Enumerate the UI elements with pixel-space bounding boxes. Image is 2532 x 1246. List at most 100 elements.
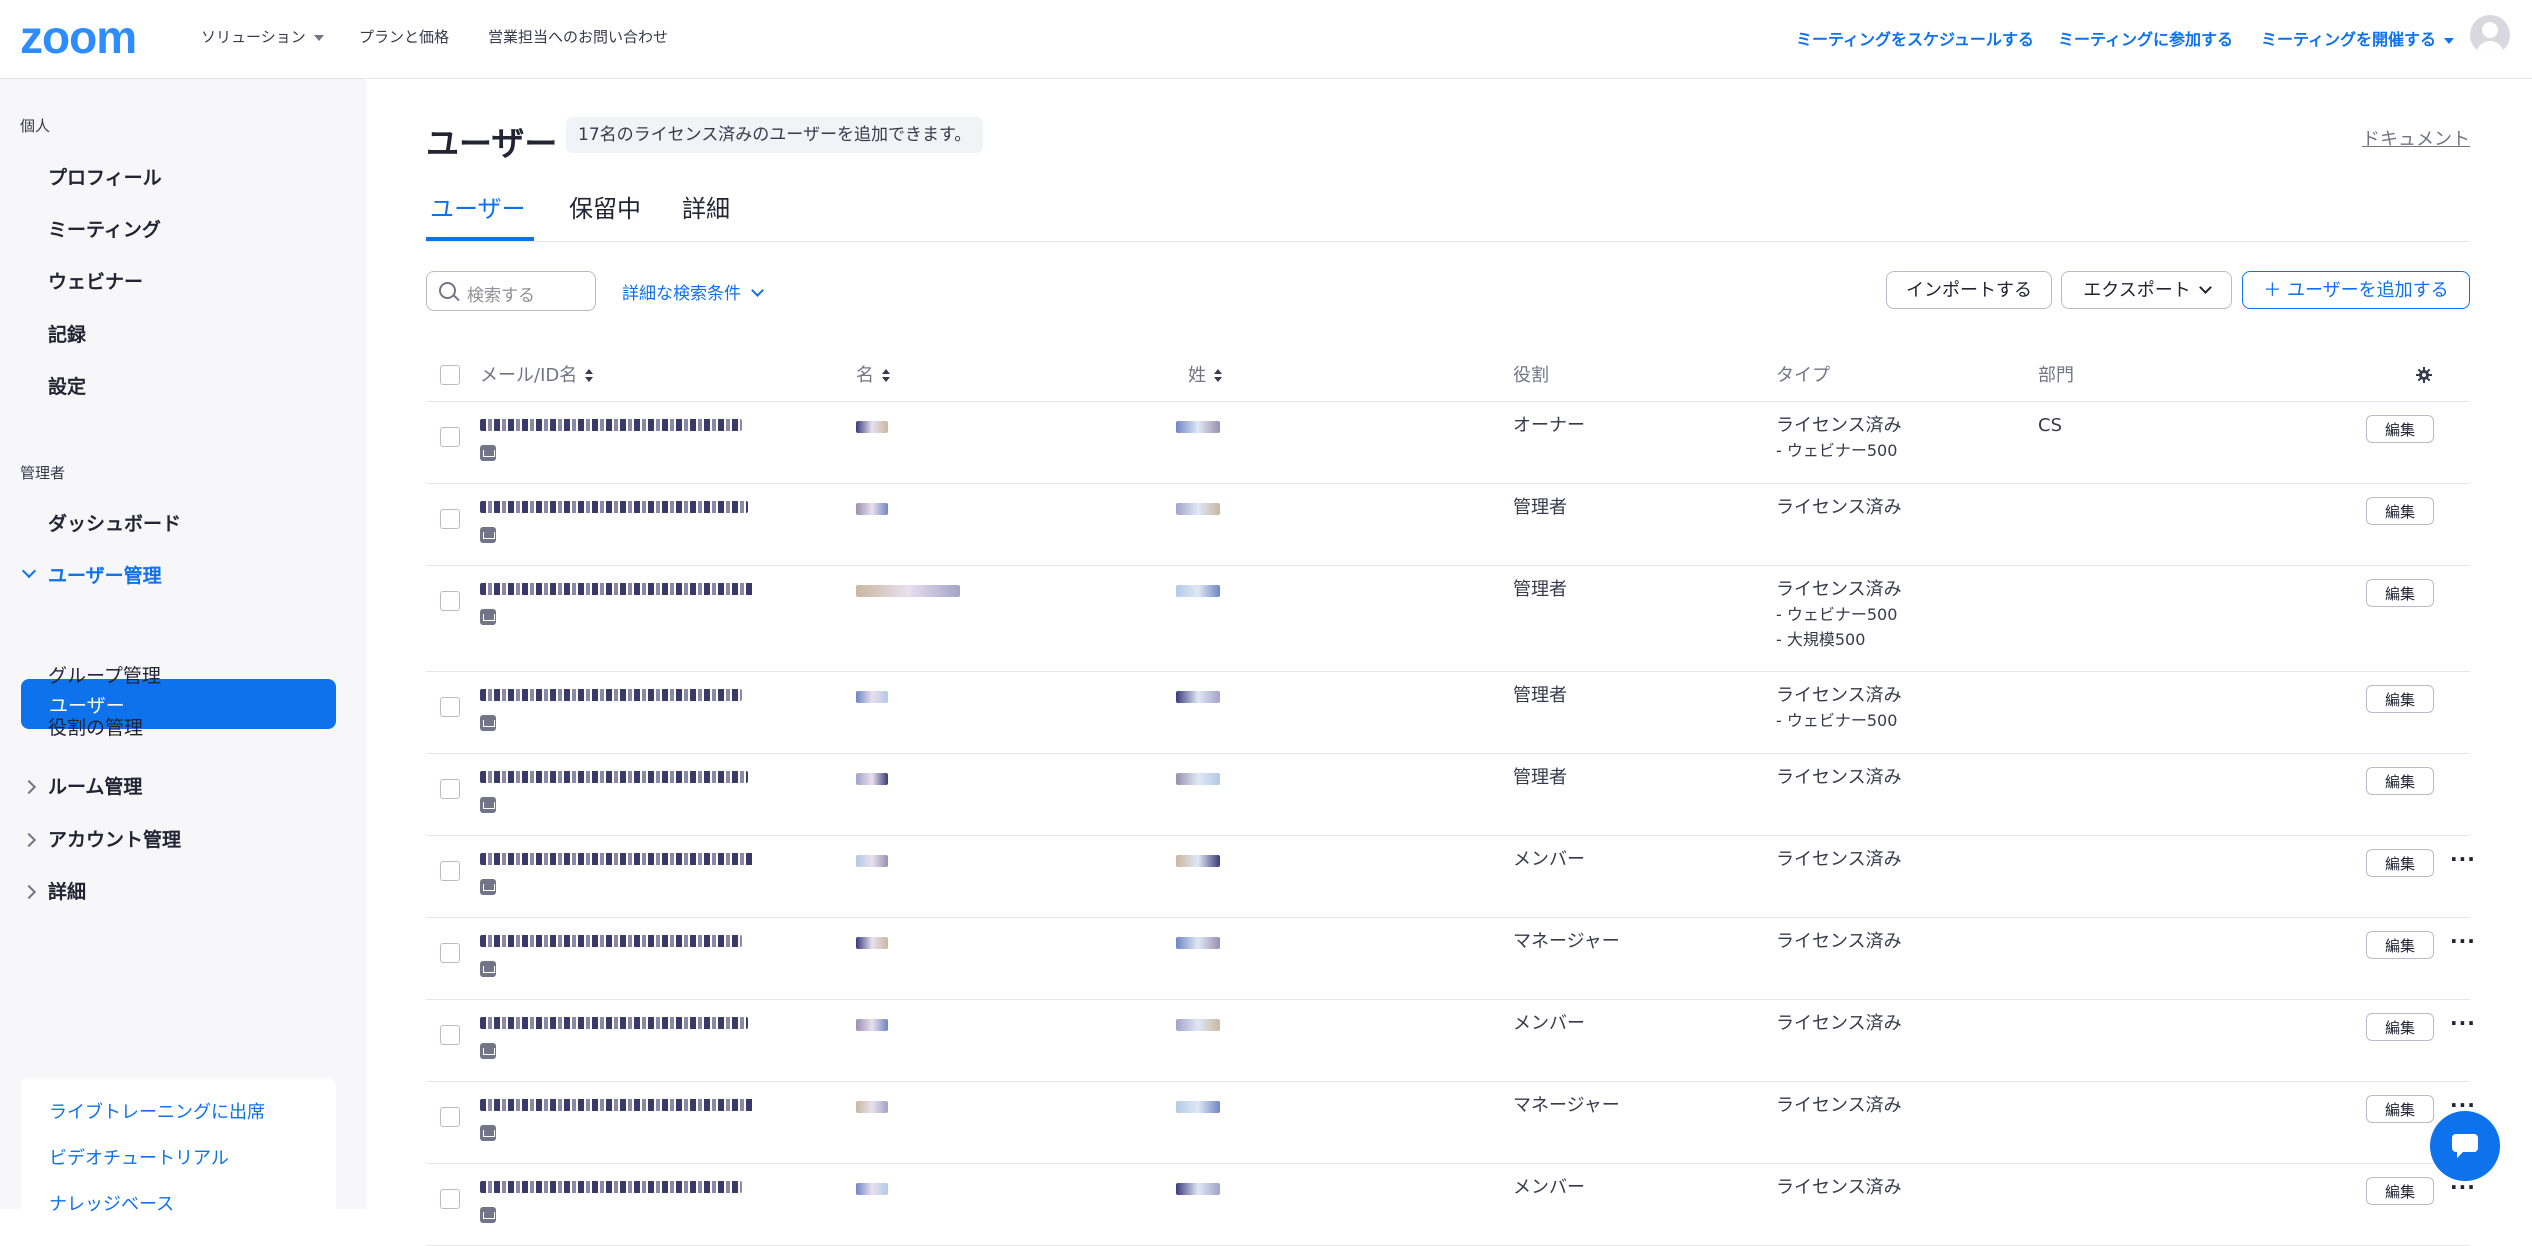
- import-button[interactable]: インポートする: [1886, 271, 2052, 309]
- sort-icon: [585, 369, 594, 383]
- mail-icon: [480, 1207, 496, 1223]
- row-checkbox[interactable]: [440, 1189, 460, 1209]
- select-all-checkbox[interactable]: [440, 365, 460, 385]
- sidebar-item-role-management[interactable]: 役割の管理: [48, 713, 143, 740]
- mail-icon: [480, 715, 496, 731]
- chevron-down-icon: [2198, 281, 2212, 294]
- email-redacted[interactable]: [480, 1099, 754, 1111]
- table-row: マネージャー ライセンス済み 編集 ···: [426, 917, 2475, 1000]
- last-name-redacted: [1176, 691, 1220, 703]
- row-checkbox[interactable]: [440, 697, 460, 717]
- chevron-right-icon[interactable]: [21, 884, 37, 900]
- email-redacted[interactable]: [480, 771, 748, 783]
- header-last-name-label: 姓: [1188, 365, 1206, 386]
- gear-icon[interactable]: [2416, 367, 2432, 383]
- tab-users[interactable]: ユーザー: [430, 189, 526, 224]
- header-email[interactable]: メール/ID名: [480, 361, 594, 387]
- zoom-logo[interactable]: zoom: [20, 14, 137, 60]
- nav-contact-sales[interactable]: 営業担当へのお問い合わせ: [488, 26, 668, 47]
- sidebar-item-group-management[interactable]: グループ管理: [48, 661, 161, 688]
- email-redacted[interactable]: [480, 853, 754, 865]
- edit-button[interactable]: 編集: [2366, 1177, 2434, 1205]
- sidebar-item-webinars[interactable]: ウェビナー: [48, 267, 143, 294]
- sidebar-item-room-management[interactable]: ルーム管理: [48, 772, 142, 799]
- license-note-badge: 17名のライセンス済みのユーザーを追加できます。: [566, 117, 984, 153]
- add-user-button[interactable]: ＋ ユーザーを追加する: [2242, 271, 2470, 309]
- row-checkbox[interactable]: [440, 943, 460, 963]
- nav-solutions[interactable]: ソリューション: [201, 26, 324, 47]
- chat-icon[interactable]: [2430, 1111, 2500, 1181]
- sidebar-item-dashboard[interactable]: ダッシュボード: [48, 509, 181, 536]
- mail-icon: [480, 527, 496, 543]
- host-meeting-link[interactable]: ミーティングを開催する: [2261, 26, 2455, 50]
- table-header: メール/ID名 名 姓 役割 タイプ 部門: [426, 347, 2470, 402]
- role-cell: 管理者: [1513, 579, 1567, 600]
- edit-button[interactable]: 編集: [2366, 1095, 2434, 1123]
- type-cell: ライセンス済み - ウェビナー500: [1776, 413, 1902, 463]
- edit-button[interactable]: 編集: [2366, 767, 2434, 795]
- join-meeting-link[interactable]: ミーティングに参加する: [2058, 26, 2233, 50]
- row-checkbox[interactable]: [440, 779, 460, 799]
- header-type: タイプ: [1776, 365, 1830, 386]
- type-cell: ライセンス済み - ウェビナー500: [1776, 683, 1902, 733]
- email-redacted[interactable]: [480, 689, 742, 701]
- header-first-name-label: 名: [856, 365, 874, 386]
- license-addon: - 大規模500: [1776, 630, 1866, 649]
- header-first-name[interactable]: 名: [856, 361, 890, 387]
- more-options-icon[interactable]: ···: [2450, 847, 2476, 871]
- mail-icon: [480, 879, 496, 895]
- chevron-down-icon[interactable]: [21, 563, 37, 579]
- more-options-icon[interactable]: ···: [2450, 1011, 2476, 1035]
- chevron-right-icon[interactable]: [21, 779, 37, 795]
- email-redacted[interactable]: [480, 419, 742, 431]
- row-checkbox[interactable]: [440, 1107, 460, 1127]
- first-name-redacted: [856, 937, 888, 949]
- row-checkbox[interactable]: [440, 427, 460, 447]
- documentation-link[interactable]: ドキュメント: [2362, 125, 2470, 151]
- edit-button[interactable]: 編集: [2366, 579, 2434, 607]
- search-input[interactable]: 検索する: [426, 271, 596, 311]
- sidebar-item-user-management[interactable]: ユーザー管理: [48, 561, 162, 588]
- tab-pending[interactable]: 保留中: [569, 189, 641, 224]
- edit-button[interactable]: 編集: [2366, 685, 2434, 713]
- license-type: ライセンス済み: [1776, 1013, 1902, 1034]
- email-redacted[interactable]: [480, 1017, 748, 1029]
- main-content: ユーザー 17名のライセンス済みのユーザーを追加できます。 ドキュメント ユーザ…: [366, 79, 2532, 1246]
- license-type: ライセンス済み: [1776, 931, 1902, 952]
- advanced-search-link[interactable]: 詳細な検索条件: [622, 279, 764, 304]
- sidebar-item-account-management[interactable]: アカウント管理: [48, 825, 181, 852]
- tab-advanced[interactable]: 詳細: [682, 189, 730, 224]
- export-label: エクスポート: [2083, 280, 2191, 301]
- edit-button[interactable]: 編集: [2366, 849, 2434, 877]
- edit-button[interactable]: 編集: [2366, 931, 2434, 959]
- email-redacted[interactable]: [480, 501, 748, 513]
- license-type: ライセンス済み: [1776, 579, 1902, 600]
- sidebar-item-meetings[interactable]: ミーティング: [48, 215, 161, 242]
- edit-button[interactable]: 編集: [2366, 497, 2434, 525]
- schedule-meeting-link[interactable]: ミーティングをスケジュールする: [1796, 26, 2034, 50]
- row-checkbox[interactable]: [440, 591, 460, 611]
- more-options-icon[interactable]: ···: [2450, 929, 2476, 953]
- edit-button[interactable]: 編集: [2366, 415, 2434, 443]
- sidebar-item-settings[interactable]: 設定: [48, 372, 86, 399]
- live-training-link[interactable]: ライブトレーニングに出席: [49, 1098, 265, 1124]
- avatar-icon[interactable]: [2470, 15, 2510, 55]
- table-row: 管理者 ライセンス済み - ウェビナー500 編集: [426, 671, 2470, 754]
- row-checkbox[interactable]: [440, 509, 460, 529]
- export-button[interactable]: エクスポート: [2061, 271, 2232, 309]
- active-tab-indicator: [426, 237, 534, 241]
- nav-plans-pricing[interactable]: プランと価格: [359, 26, 449, 47]
- video-tutorials-link[interactable]: ビデオチュートリアル: [49, 1144, 229, 1170]
- edit-button[interactable]: 編集: [2366, 1013, 2434, 1041]
- sidebar-item-profile[interactable]: プロフィール: [48, 163, 162, 190]
- sidebar-item-recordings[interactable]: 記録: [48, 320, 86, 347]
- knowledge-base-link[interactable]: ナレッジベース: [49, 1190, 174, 1216]
- chevron-right-icon[interactable]: [21, 832, 37, 848]
- row-checkbox[interactable]: [440, 861, 460, 881]
- row-checkbox[interactable]: [440, 1025, 460, 1045]
- email-redacted[interactable]: [480, 583, 754, 595]
- email-redacted[interactable]: [480, 1181, 742, 1193]
- sidebar-item-advanced[interactable]: 詳細: [48, 877, 86, 904]
- header-last-name[interactable]: 姓: [1188, 361, 1222, 387]
- email-redacted[interactable]: [480, 935, 742, 947]
